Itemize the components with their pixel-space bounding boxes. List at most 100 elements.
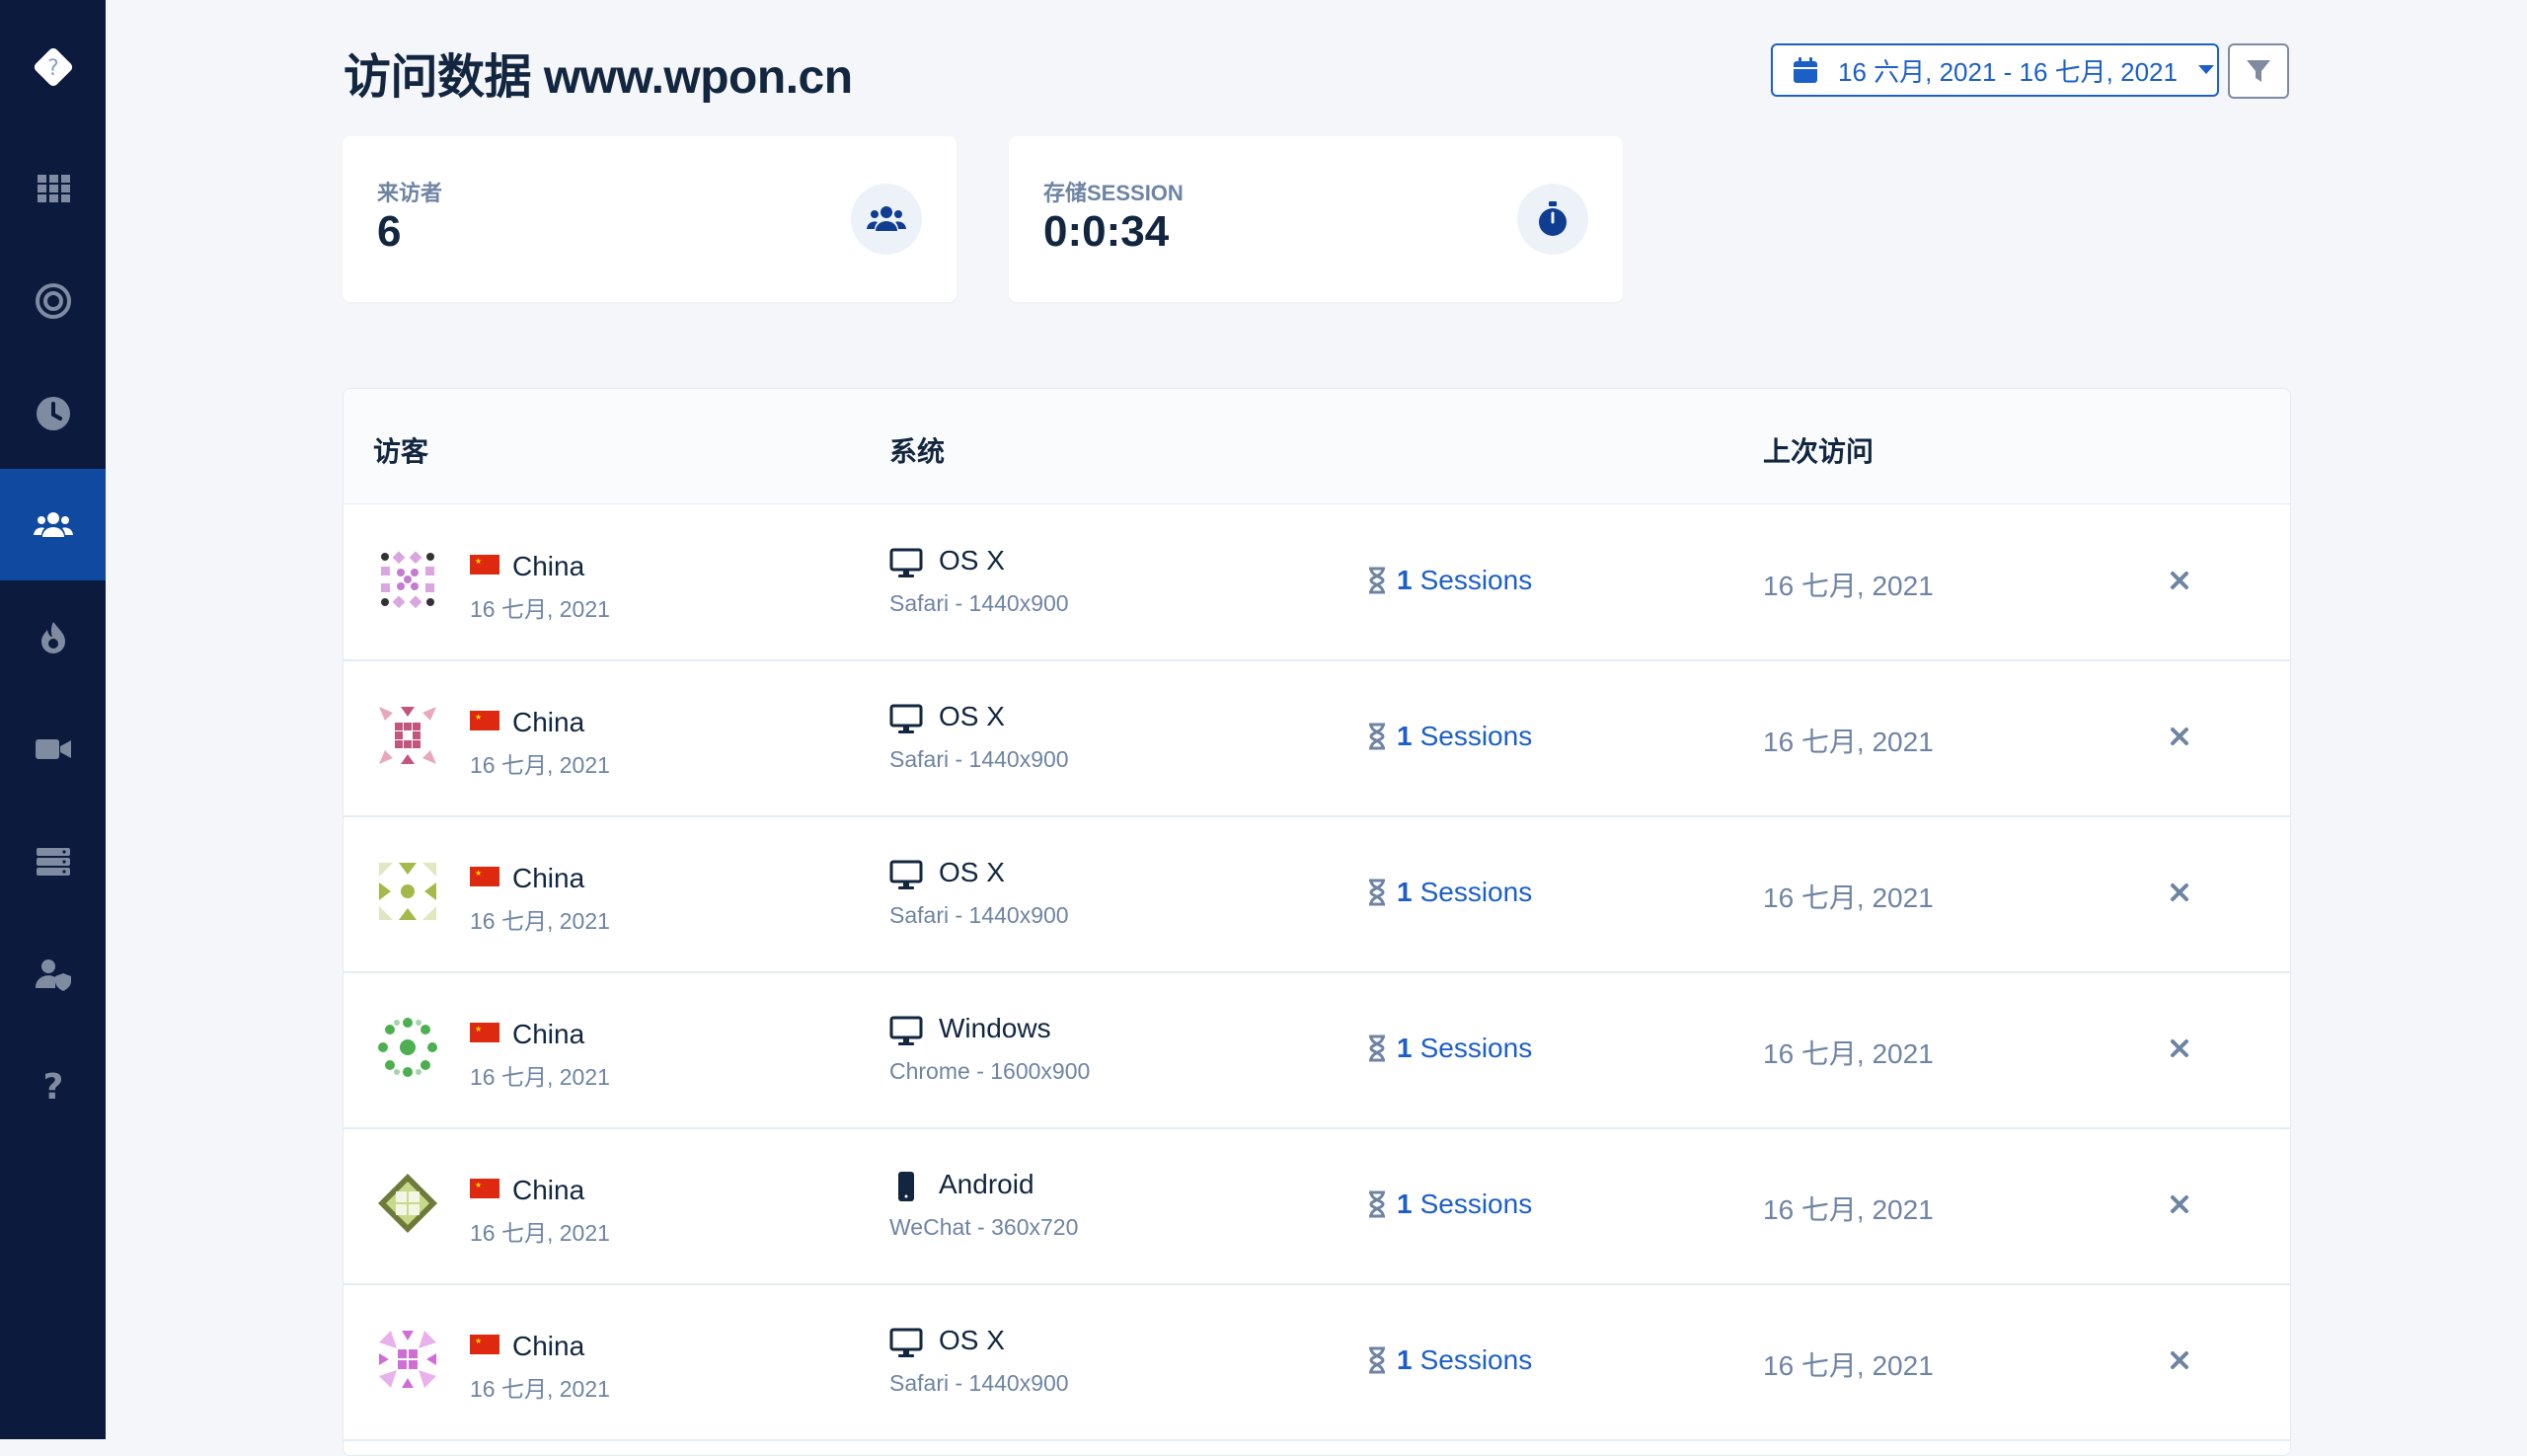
sessions-link[interactable]: 1 Sessions: [1367, 565, 1532, 596]
last-visit-date: 16 七月, 2021: [1763, 882, 1934, 913]
date-range-label: 16 六月, 2021 - 16 七月, 2021: [1838, 56, 2178, 87]
china-flag-icon: ★: [470, 555, 499, 575]
svg-text:★: ★: [475, 1181, 482, 1189]
visitors-stat-card: 来访者 6: [343, 136, 957, 302]
last-visit-date: 16 七月, 2021: [1763, 571, 1934, 601]
sessions-link[interactable]: 1 Sessions: [1367, 1188, 1532, 1220]
filter-button[interactable]: [2228, 43, 2289, 99]
svg-text:?: ?: [47, 56, 59, 81]
sessions-label: Sessions: [1419, 1344, 1533, 1375]
visitor-browser: Safari - 1440x900: [889, 902, 1069, 928]
visitor-country: China: [512, 863, 585, 893]
sessions-count: 1: [1397, 565, 1413, 595]
visitor-os: Android: [939, 1169, 1034, 1199]
visitor-avatar: [378, 1018, 437, 1077]
visitor-os: Windows: [939, 1013, 1051, 1043]
page-title: 访问数据 www.wpon.cn: [344, 51, 853, 104]
sessions-link[interactable]: 1 Sessions: [1367, 721, 1532, 752]
sidebar-item-recordings[interactable]: [0, 693, 106, 805]
close-icon[interactable]: [2168, 1348, 2191, 1372]
visitors-stat-value: 6: [377, 207, 402, 256]
sessions-label: Sessions: [1419, 1188, 1533, 1219]
visitor-country: China: [512, 1331, 585, 1361]
visitor-date: 16 七月, 2021: [470, 1376, 610, 1402]
visitor-os: OS X: [939, 545, 1005, 575]
visitor-os: OS X: [939, 1325, 1005, 1355]
close-icon[interactable]: [2168, 725, 2191, 748]
visitor-date: 16 七月, 2021: [470, 908, 610, 934]
grid-icon: [37, 174, 70, 202]
table-row[interactable]: ★ China 16 七月, 2021 Android WeChat - 360…: [344, 1127, 2290, 1285]
visitor-browser: Safari - 1440x900: [889, 746, 1069, 772]
mobile-icon: [898, 1172, 914, 1201]
sessions-label: Sessions: [1419, 565, 1533, 595]
hourglass-icon: [1369, 1346, 1385, 1374]
svg-text:?: ?: [42, 1067, 63, 1106]
visitor-avatar: [379, 863, 436, 920]
session-stat-label: 存储SESSION: [1043, 181, 1184, 205]
svg-text:★: ★: [475, 557, 482, 566]
target-icon: [35, 282, 71, 319]
users-icon: [33, 511, 73, 537]
desktop-icon: [889, 1328, 923, 1357]
visitor-date: 16 七月, 2021: [470, 1064, 610, 1090]
logo-icon[interactable]: ?: [29, 42, 78, 92]
sidebar: ? ?: [0, 0, 106, 1439]
column-header-last-visit: 上次访问: [1763, 436, 1875, 467]
table-row[interactable]: ★ China 16 七月, 2021 OS X Safari - 1440x9…: [344, 1283, 2290, 1441]
close-icon[interactable]: [2168, 1192, 2191, 1216]
visitor-avatar: [379, 1331, 436, 1388]
sessions-link[interactable]: 1 Sessions: [1367, 877, 1532, 908]
sidebar-item-servers[interactable]: [0, 805, 106, 917]
visitor-country: China: [512, 1019, 585, 1049]
desktop-icon: [889, 548, 923, 577]
visitor-os: OS X: [939, 857, 1005, 887]
sessions-link[interactable]: 1 Sessions: [1367, 1033, 1532, 1064]
desktop-icon: [889, 704, 923, 733]
table-row[interactable]: ★ China 16 七月, 2021 OS X Safari - 1440x9…: [344, 659, 2290, 817]
table-row[interactable]: ★ China 16 七月, 2021 OS X Safari - 1440x9…: [344, 815, 2290, 973]
hourglass-icon: [1369, 723, 1385, 750]
date-range-picker[interactable]: 16 六月, 2021 - 16 七月, 2021: [1771, 43, 2219, 97]
last-visit-date: 16 七月, 2021: [1763, 1038, 1934, 1069]
question-icon: ?: [42, 1067, 63, 1106]
sessions-label: Sessions: [1419, 721, 1533, 751]
sidebar-item-privacy[interactable]: [0, 918, 106, 1030]
close-icon[interactable]: [2168, 881, 2191, 904]
sessions-count: 1: [1397, 1033, 1413, 1063]
stopwatch-icon: [1539, 201, 1567, 236]
visitor-avatar: [381, 551, 434, 609]
sessions-link[interactable]: 1 Sessions: [1367, 1344, 1532, 1376]
calendar-icon: [1794, 57, 1817, 83]
sidebar-item-heatmaps[interactable]: [0, 581, 106, 693]
table-header: 访客 系统 上次访问: [344, 389, 2290, 504]
clock-icon: [36, 396, 70, 430]
close-icon[interactable]: [2168, 569, 2191, 592]
table-row[interactable]: ★ China 16 七月, 2021 Windows Chrome - 160…: [344, 971, 2290, 1129]
visitor-date: 16 七月, 2021: [470, 596, 610, 622]
close-icon[interactable]: [2168, 1036, 2191, 1060]
visitor-date: 16 七月, 2021: [470, 752, 610, 778]
sessions-count: 1: [1397, 877, 1413, 907]
china-flag-icon: ★: [470, 1179, 499, 1198]
sidebar-item-help[interactable]: ?: [0, 1030, 106, 1141]
session-stat-card: 存储SESSION 0:0:34: [1009, 136, 1623, 302]
visitors-stat-label: 来访者: [377, 181, 443, 205]
visitor-browser: WeChat - 360x720: [889, 1214, 1079, 1240]
visitor-avatar: [378, 1174, 437, 1233]
china-flag-icon: ★: [470, 1023, 499, 1042]
sidebar-item-dashboard[interactable]: [0, 132, 106, 244]
svg-text:★: ★: [475, 1025, 482, 1034]
hourglass-icon: [1369, 879, 1385, 906]
session-stat-icon-wrap: [1517, 184, 1588, 255]
sidebar-item-visitors[interactable]: [0, 469, 106, 580]
table-row[interactable]: ★ China 16 七月, 2021 OS X Safari - 1440x9…: [344, 503, 2290, 661]
sessions-count: 1: [1397, 721, 1413, 751]
sidebar-item-goals[interactable]: [0, 245, 106, 356]
last-visit-date: 16 七月, 2021: [1763, 1350, 1934, 1381]
desktop-icon: [889, 1016, 923, 1045]
sidebar-item-history[interactable]: [0, 357, 106, 469]
column-header-system: 系统: [889, 436, 946, 467]
visitor-date: 16 七月, 2021: [470, 1220, 610, 1246]
hourglass-icon: [1369, 1035, 1385, 1062]
